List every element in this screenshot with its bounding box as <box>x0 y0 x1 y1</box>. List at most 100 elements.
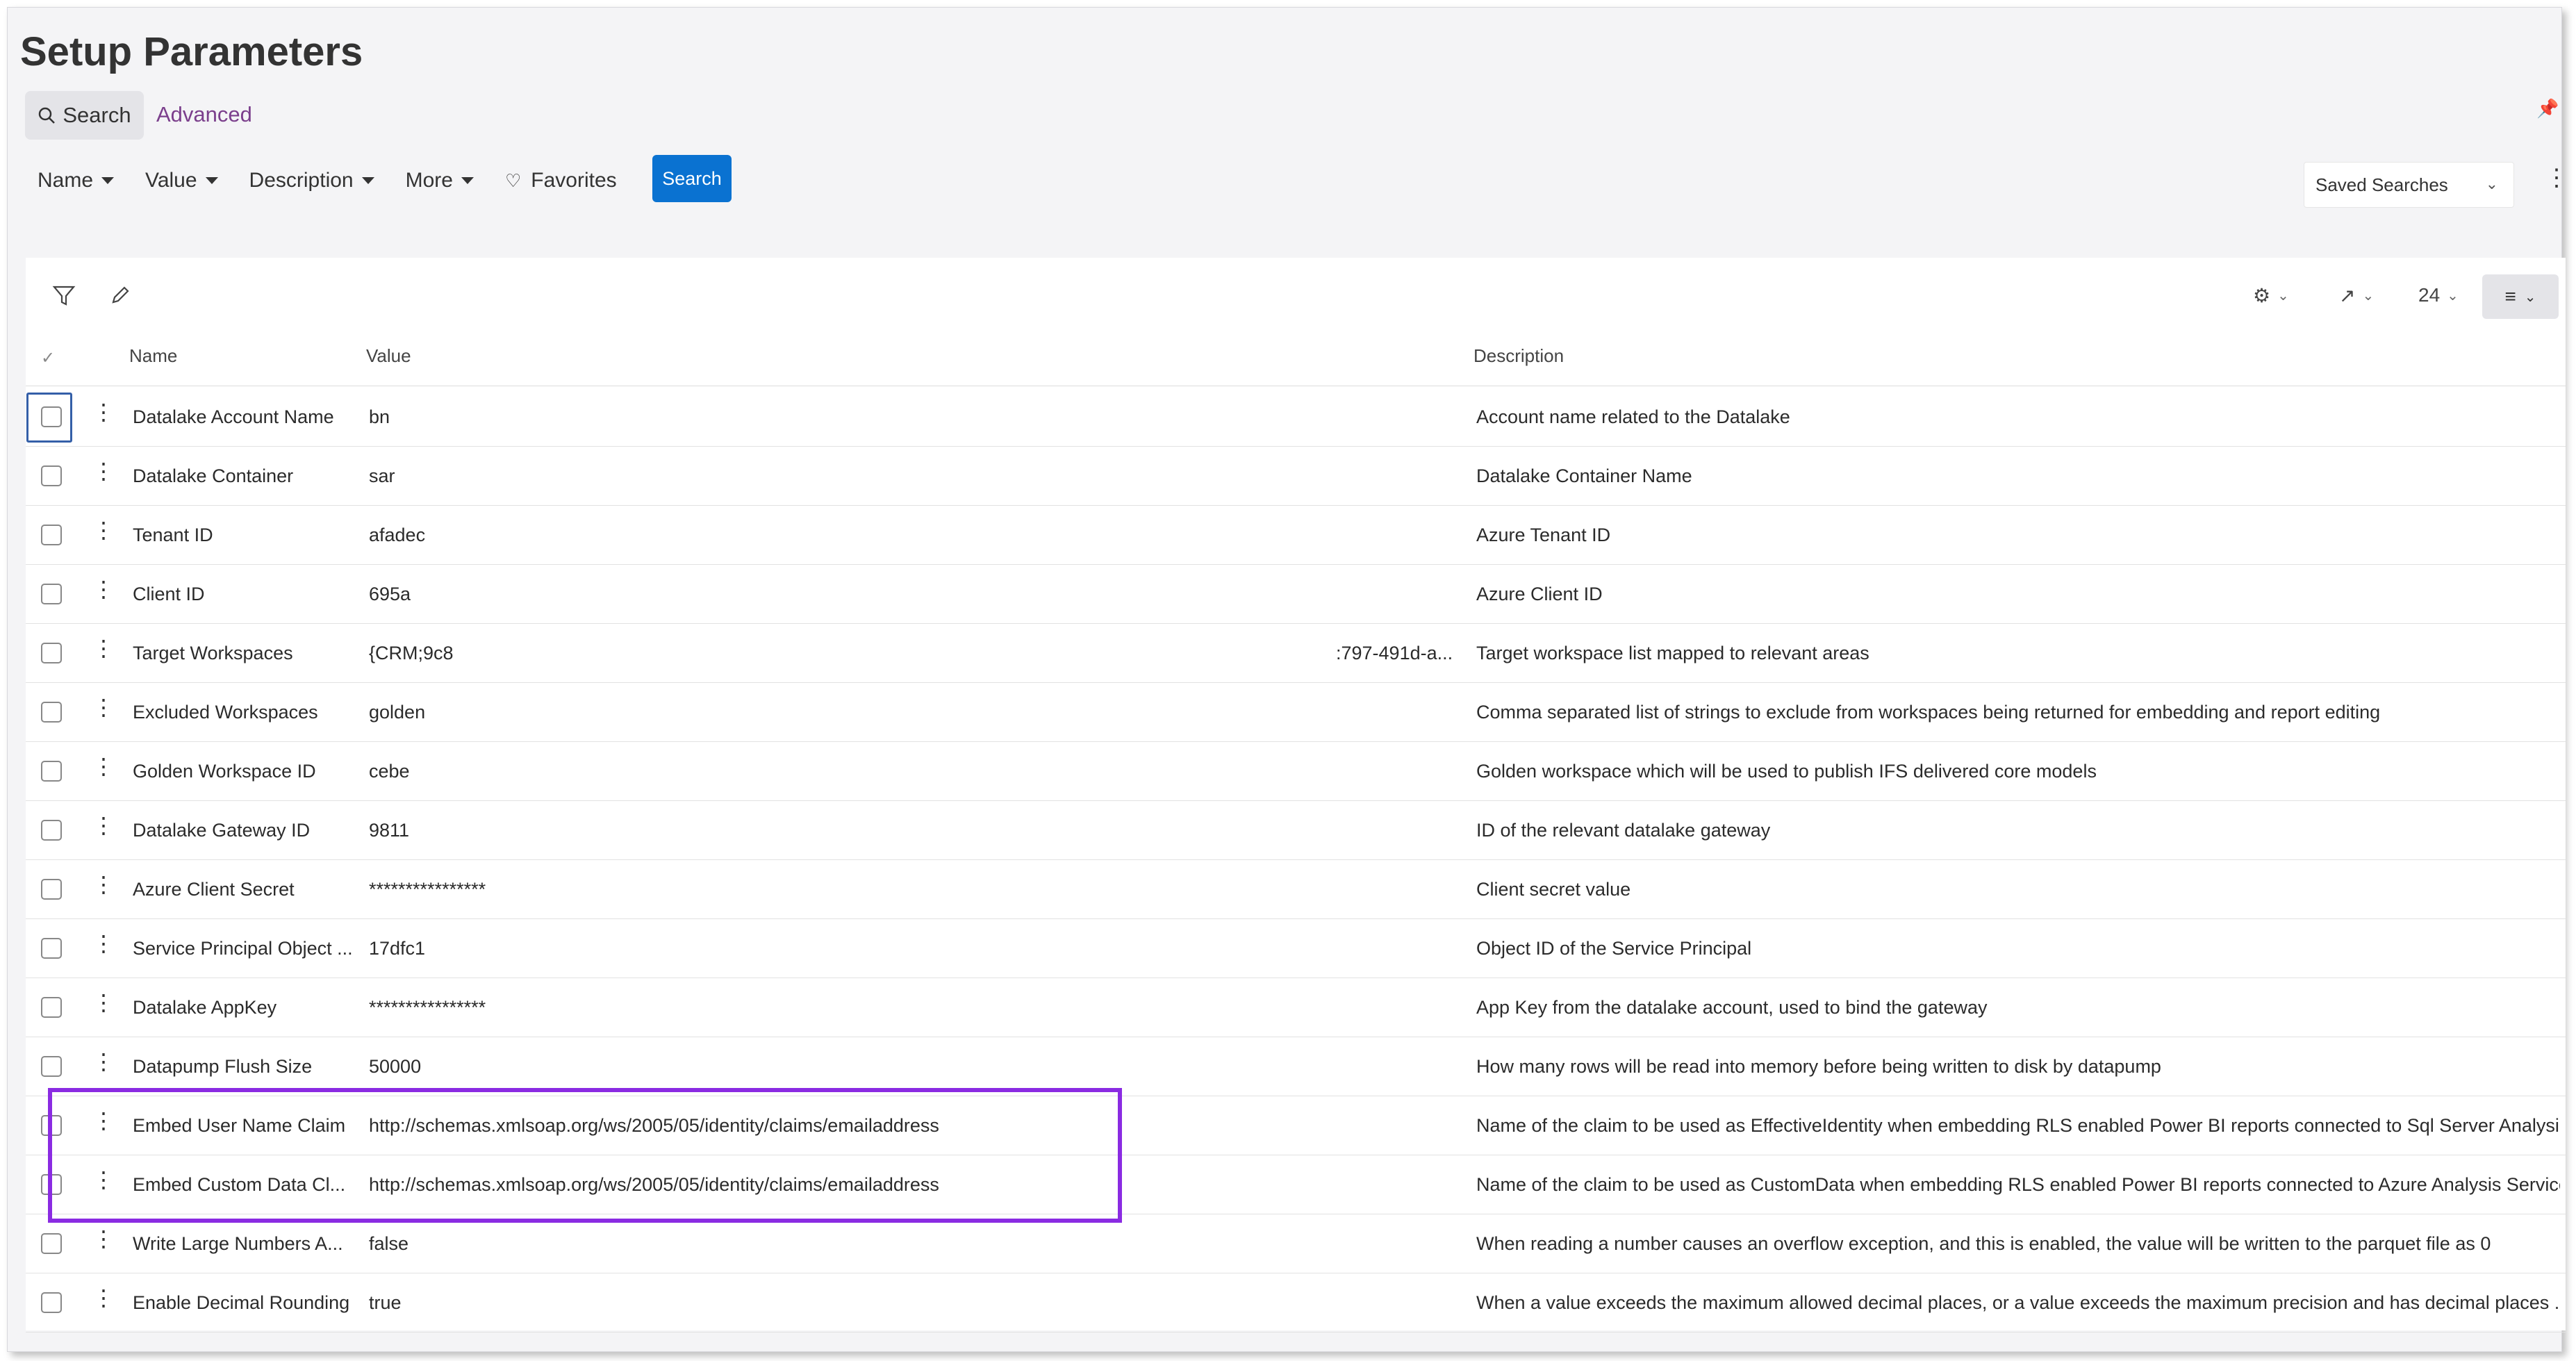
edit-icon[interactable] <box>109 284 131 312</box>
row-checkbox[interactable] <box>41 879 62 900</box>
table-row[interactable]: ⋮ Tenant ID afadec Azure Tenant ID <box>26 505 2566 565</box>
row-name: Write Large Numbers A... <box>133 1233 343 1254</box>
row-description: Object ID of the Service Principal <box>1476 938 1752 959</box>
row-name: Service Principal Object ... <box>133 938 353 959</box>
row-value: cebe <box>369 761 410 782</box>
chevron-down-icon: ⌄ <box>2485 175 2498 192</box>
filter-description[interactable]: Description <box>249 169 374 192</box>
row-description: Azure Client ID <box>1476 584 1603 604</box>
row-menu-icon[interactable]: ⋮ <box>92 755 115 777</box>
table-row[interactable]: ⋮ Datalake AppKey **************** App Key … <box>26 978 2566 1037</box>
row-menu-icon[interactable]: ⋮ <box>92 519 115 541</box>
column-header-description[interactable]: Description <box>1473 345 1564 367</box>
row-value-overflow: :797-491d-a... <box>1336 643 1453 663</box>
app-window: Setup Parameters Search Advanced 📌 Name … <box>7 7 2568 1352</box>
page-size-select[interactable]: 24 ⌄ <box>2418 284 2459 306</box>
row-description: How many rows will be read into memory b… <box>1476 1056 2161 1077</box>
row-checkbox[interactable] <box>41 525 62 545</box>
row-value: true <box>369 1292 402 1313</box>
row-menu-icon[interactable]: ⋮ <box>92 1050 115 1073</box>
row-value: 50000 <box>369 1056 422 1077</box>
row-checkbox[interactable] <box>41 702 62 723</box>
table-row[interactable]: ⋮ Golden Workspace ID cebe Golden workspace… <box>26 741 2566 801</box>
row-menu-icon[interactable]: ⋮ <box>92 578 115 600</box>
row-description: Name of the claim to be used as Effectiv… <box>1476 1115 2560 1136</box>
row-menu-icon[interactable]: ⋮ <box>92 401 115 423</box>
table-row[interactable]: ⋮ Client ID 695a Azure Client ID <box>26 564 2566 624</box>
row-checkbox[interactable] <box>41 761 62 782</box>
row-name: Target Workspaces <box>133 643 293 663</box>
row-checkbox[interactable] <box>41 938 62 959</box>
row-menu-icon[interactable]: ⋮ <box>92 696 115 718</box>
row-checkbox[interactable] <box>41 406 62 427</box>
row-menu-icon[interactable]: ⋮ <box>92 932 115 955</box>
filter-name[interactable]: Name <box>38 169 115 192</box>
search-icon <box>39 107 56 124</box>
table-row[interactable]: ⋮ Enable Decimal Rounding true When a value… <box>26 1273 2566 1333</box>
filter-bar: Name Value Description More ♡ Favorites <box>38 165 648 197</box>
row-description: Comma separated list of strings to exclu… <box>1476 702 2381 723</box>
chevron-down-icon: ⌄ <box>2524 289 2536 305</box>
caret-down-icon <box>101 177 115 184</box>
export-icon: ↗ <box>2339 285 2356 306</box>
table-row[interactable]: ⋮ Datalake Gateway ID 9811 ID of the releva… <box>26 800 2566 860</box>
caret-down-icon <box>361 177 374 184</box>
row-checkbox[interactable] <box>41 643 62 663</box>
list-icon: ≡ <box>2504 286 2516 307</box>
row-value: **************** <box>369 997 486 1018</box>
table-row[interactable]: ⋮ Service Principal Object ... 17dfc1 Objec… <box>26 918 2566 978</box>
settings-menu[interactable]: ⚙ ⌄ <box>2253 284 2289 307</box>
row-name: Datalake AppKey <box>133 997 277 1018</box>
favorites-label: Favorites <box>531 169 617 192</box>
row-menu-icon[interactable]: ⋮ <box>92 460 115 482</box>
filter-icon[interactable] <box>52 284 76 313</box>
row-name: Datapump Flush Size <box>133 1056 313 1077</box>
column-header-name[interactable]: Name <box>129 345 177 367</box>
row-checkbox[interactable] <box>41 997 62 1018</box>
caret-down-icon <box>461 177 474 184</box>
table-row[interactable]: ⋮ Azure Client Secret **************** Clie… <box>26 859 2566 919</box>
saved-searches-dropdown[interactable]: Saved Searches ⌄ <box>2304 162 2514 208</box>
more-options-icon[interactable]: ⋮ <box>2545 166 2568 190</box>
search-button[interactable]: Search <box>652 155 732 202</box>
row-name: Enable Decimal Rounding <box>133 1292 350 1313</box>
table-row[interactable]: ⋮ Target Workspaces {CRM;9c8:797-491d-a...… <box>26 623 2566 683</box>
table-row[interactable]: ⋮ Datalake Container sar Datalake Container… <box>26 446 2566 506</box>
row-checkbox[interactable] <box>41 465 62 486</box>
heart-icon: ♡ <box>504 170 522 191</box>
search-tab[interactable]: Search <box>25 91 144 140</box>
row-menu-icon[interactable]: ⋮ <box>92 873 115 896</box>
row-description: When reading a number causes an overflow… <box>1476 1233 2491 1254</box>
favorites-filter[interactable]: ♡ Favorites <box>505 169 617 192</box>
select-all-checkmark-icon[interactable]: ✓ <box>41 348 55 368</box>
export-menu[interactable]: ↗ ⌄ <box>2339 284 2374 307</box>
row-description: Client secret value <box>1476 879 1631 900</box>
row-checkbox[interactable] <box>41 1233 62 1254</box>
row-checkbox[interactable] <box>41 1056 62 1077</box>
table-row[interactable]: ⋮ Excluded Workspaces golden Comma separate… <box>26 682 2566 742</box>
row-menu-icon[interactable]: ⋮ <box>92 991 115 1014</box>
filter-more[interactable]: More <box>406 169 474 192</box>
chevron-down-icon: ⌄ <box>2447 288 2459 304</box>
row-checkbox[interactable] <box>41 584 62 604</box>
column-header-value[interactable]: Value <box>366 345 411 367</box>
row-menu-icon[interactable]: ⋮ <box>92 814 115 836</box>
row-value: false <box>369 1233 409 1254</box>
row-menu-icon[interactable]: ⋮ <box>92 1228 115 1250</box>
row-checkbox[interactable] <box>41 1292 62 1313</box>
row-description: Datalake Container Name <box>1476 465 1692 486</box>
filter-name-label: Name <box>38 169 94 192</box>
table-row[interactable]: ⋮ Datalake Account Name bn Account name rel… <box>26 387 2566 447</box>
row-name: Datalake Gateway ID <box>133 820 311 841</box>
row-value: golden <box>369 702 426 723</box>
row-checkbox[interactable] <box>41 820 62 841</box>
row-menu-icon[interactable]: ⋮ <box>92 1287 115 1309</box>
filter-value[interactable]: Value <box>145 169 218 192</box>
gear-icon: ⚙ <box>2253 285 2271 306</box>
view-mode-button[interactable]: ≡ ⌄ <box>2482 274 2559 319</box>
row-description: App Key from the datalake account, used … <box>1476 997 1988 1018</box>
row-menu-icon[interactable]: ⋮ <box>92 637 115 659</box>
advanced-link[interactable]: Advanced <box>156 102 252 127</box>
row-name: Excluded Workspaces <box>133 702 318 723</box>
pin-icon[interactable]: 📌 <box>2536 98 2559 119</box>
